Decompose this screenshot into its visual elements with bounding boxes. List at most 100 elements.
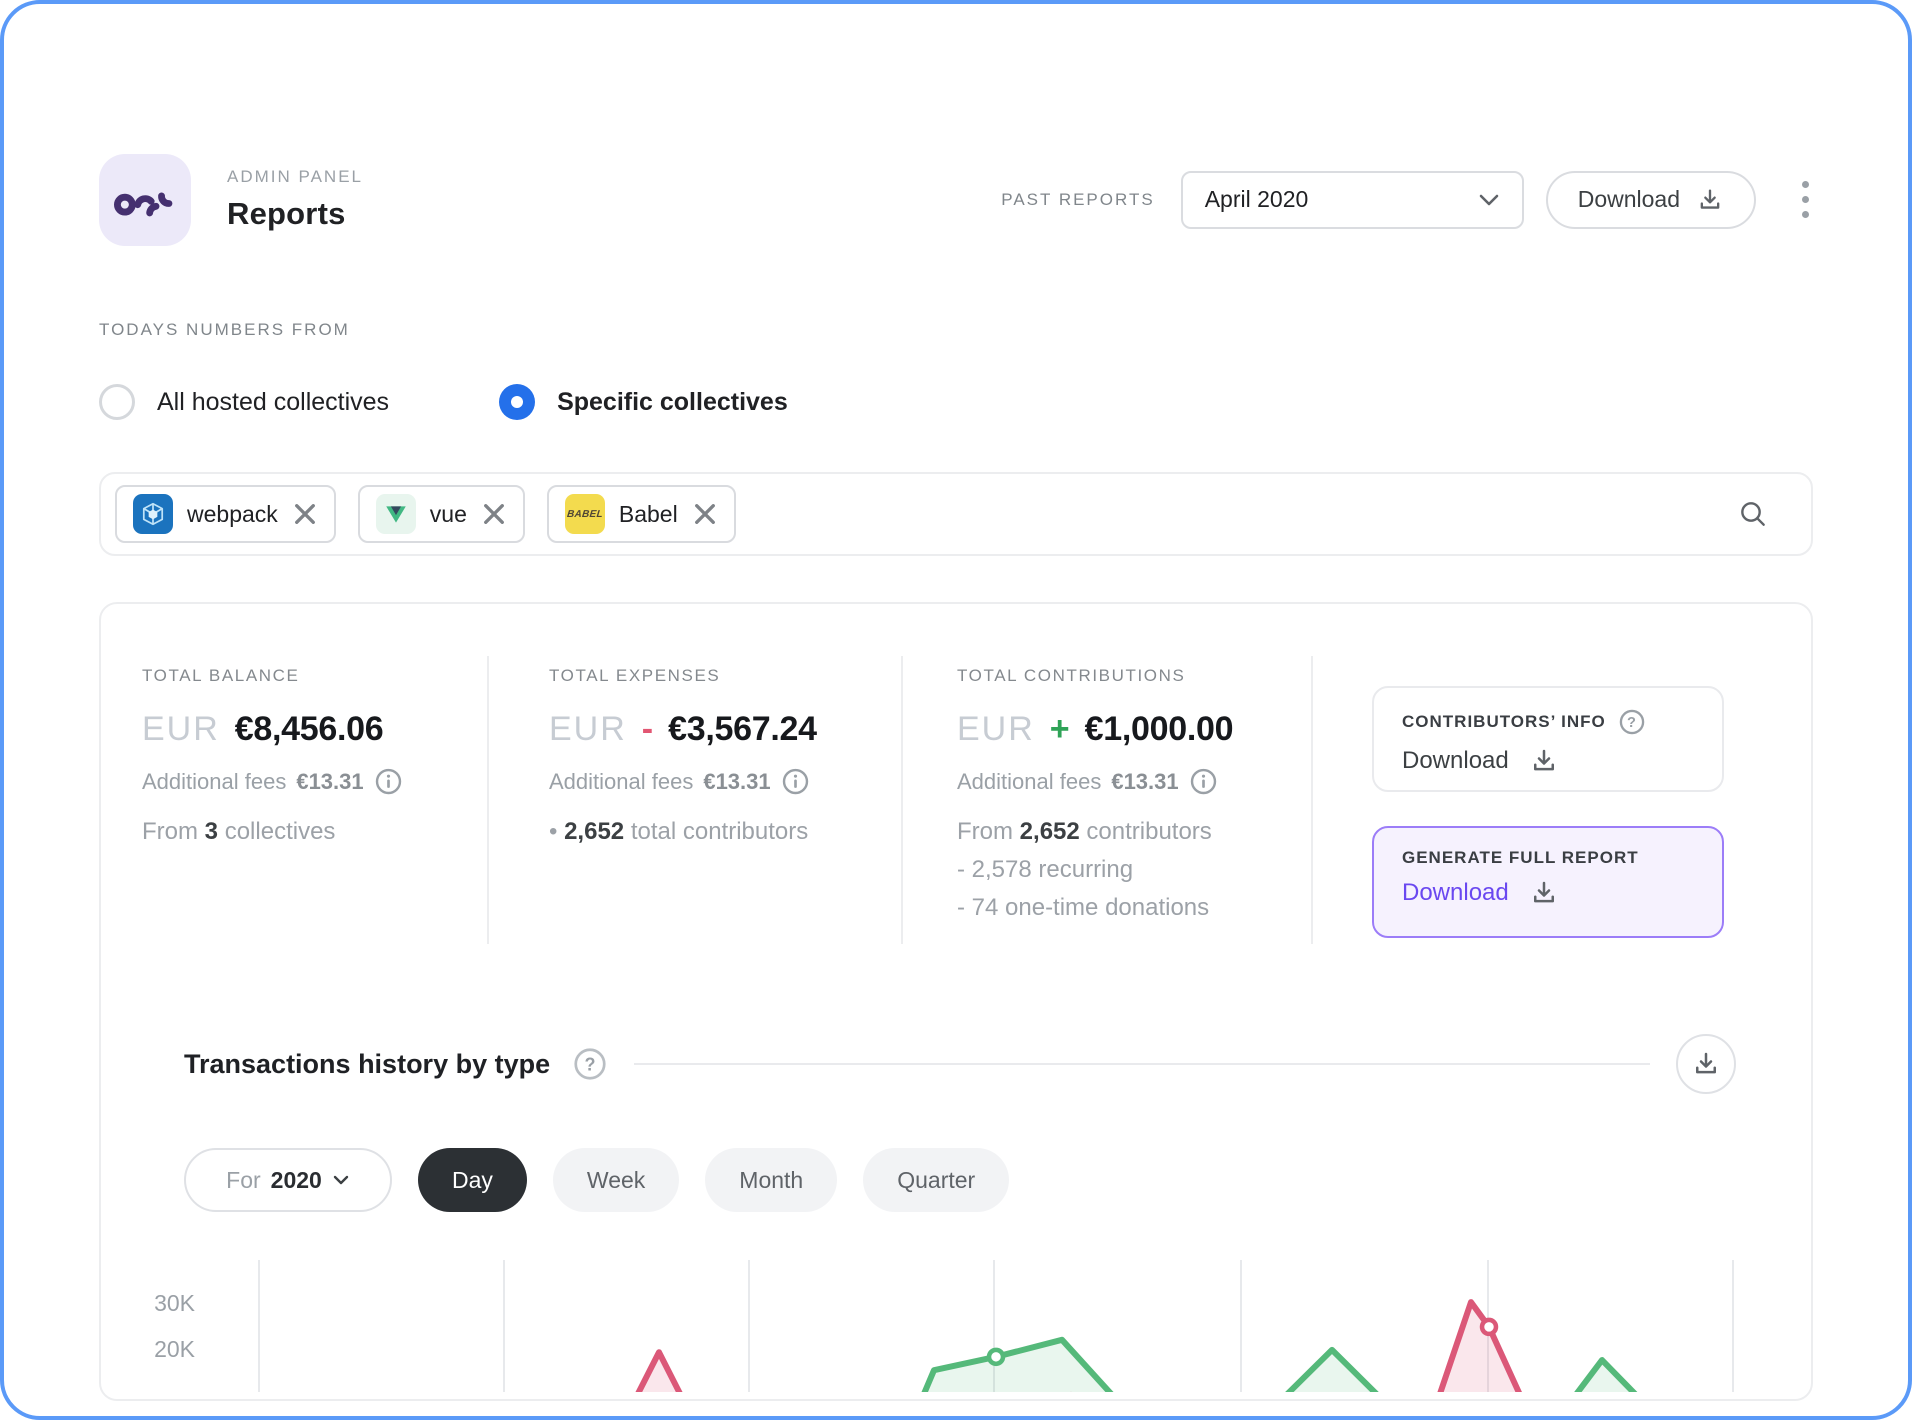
- chart-download-button[interactable]: [1676, 1034, 1736, 1094]
- help-icon[interactable]: ?: [572, 1046, 608, 1082]
- tab-day[interactable]: Day: [418, 1148, 527, 1212]
- plus-sign: +: [1050, 710, 1070, 749]
- download-report-button[interactable]: Download: [1546, 171, 1756, 229]
- chip-vue[interactable]: vue: [358, 485, 525, 543]
- chip-webpack[interactable]: webpack: [115, 485, 336, 543]
- collectives-filter-input[interactable]: webpack vue BABEL Babel: [99, 472, 1813, 556]
- webpack-logo-icon: [133, 494, 173, 534]
- past-reports-label: PAST REPORTS: [1001, 190, 1154, 210]
- year-prefix: For: [226, 1167, 261, 1194]
- scope-radio-group: All hosted collectives Specific collecti…: [99, 384, 788, 420]
- svg-text:?: ?: [1627, 715, 1637, 731]
- contributors-info-button[interactable]: CONTRIBUTORS’ INFO ? Download: [1372, 686, 1724, 792]
- transactions-header: Transactions history by type ?: [184, 1034, 1736, 1094]
- note-prefix: From: [142, 818, 198, 845]
- divider: [1311, 656, 1313, 944]
- year-select[interactable]: For 2020: [184, 1148, 392, 1212]
- total-balance-column: TOTAL BALANCE EUR €8,456.06 Additional f…: [142, 666, 403, 846]
- top-actions: PAST REPORTS April 2020 Download: [1001, 171, 1813, 229]
- chip-babel[interactable]: BABEL Babel: [547, 485, 736, 543]
- note-bullet: •: [549, 818, 557, 845]
- radio-all-hosted-collectives[interactable]: All hosted collectives: [99, 384, 389, 420]
- chip-label: Babel: [619, 501, 678, 528]
- stat-amount: €8,456.06: [235, 710, 384, 749]
- search-icon[interactable]: [1737, 498, 1769, 530]
- currency: EUR: [142, 710, 220, 749]
- note-suffix: collectives: [225, 818, 336, 845]
- contributors-info-title: CONTRIBUTORS’ INFO: [1402, 712, 1606, 732]
- app-frame: ADMIN PANEL Reports PAST REPORTS April 2…: [0, 0, 1912, 1420]
- help-icon[interactable]: ?: [1618, 708, 1646, 736]
- note-strong: 2,652: [564, 818, 624, 845]
- download-label: Download: [1402, 747, 1509, 775]
- divider: [487, 656, 489, 944]
- radio-label: All hosted collectives: [157, 388, 389, 417]
- osc-logo: [99, 154, 191, 246]
- chip-label: webpack: [187, 501, 278, 528]
- tab-month[interactable]: Month: [705, 1148, 837, 1212]
- radio-checked-icon[interactable]: [499, 384, 535, 420]
- download-icon: [1696, 186, 1724, 214]
- chevron-down-icon: [1478, 193, 1500, 207]
- period-value: April 2020: [1205, 186, 1309, 213]
- info-icon[interactable]: [374, 767, 403, 796]
- fees-value: €13.31: [1111, 769, 1178, 795]
- top-bar: ADMIN PANEL Reports PAST REPORTS April 2…: [99, 152, 1813, 247]
- minus-sign: -: [642, 710, 653, 749]
- info-icon[interactable]: [781, 767, 810, 796]
- stat-amount: €3,567.24: [668, 710, 817, 749]
- close-icon[interactable]: [481, 501, 507, 527]
- radio-specific-collectives[interactable]: Specific collectives: [499, 384, 788, 420]
- svg-text:?: ?: [585, 1054, 596, 1074]
- note-prefix: From: [957, 818, 1013, 845]
- note-suffix: total contributors: [631, 818, 808, 845]
- fees-label: Additional fees: [142, 769, 286, 795]
- tab-week[interactable]: Week: [553, 1148, 679, 1212]
- stat-label: TOTAL EXPENSES: [549, 666, 817, 686]
- fees-label: Additional fees: [549, 769, 693, 795]
- total-contributions-column: TOTAL CONTRIBUTIONS EUR + €1,000.00 Addi…: [957, 666, 1233, 922]
- radio-label: Specific collectives: [557, 388, 788, 417]
- one-time-note: - 74 one-time donations: [957, 894, 1233, 922]
- chip-label: vue: [430, 501, 467, 528]
- osc-logo-icon: [114, 183, 176, 217]
- page-title: Reports: [227, 196, 363, 232]
- todays-numbers-label: TODAYS NUMBERS FROM: [99, 320, 350, 340]
- svg-text:30K: 30K: [154, 1290, 196, 1316]
- download-label: Download: [1402, 879, 1509, 907]
- more-options-button[interactable]: [1798, 177, 1813, 222]
- generate-full-report-button[interactable]: GENERATE FULL REPORT Download: [1372, 826, 1724, 938]
- stat-label: TOTAL BALANCE: [142, 666, 403, 686]
- note-strong: 2,652: [1020, 818, 1080, 845]
- transactions-chart: 30K 20K: [99, 1252, 1849, 1392]
- download-label: Download: [1578, 186, 1680, 213]
- stat-label: TOTAL CONTRIBUTIONS: [957, 666, 1233, 686]
- svg-text:20K: 20K: [154, 1336, 196, 1362]
- stat-amount: €1,000.00: [1085, 710, 1234, 749]
- download-icon: [1529, 746, 1559, 776]
- close-icon[interactable]: [292, 501, 318, 527]
- total-expenses-column: TOTAL EXPENSES EUR - €3,567.24 Additiona…: [549, 666, 817, 846]
- note-strong: 3: [205, 818, 218, 845]
- tab-quarter[interactable]: Quarter: [863, 1148, 1009, 1212]
- transactions-title: Transactions history by type: [184, 1049, 550, 1080]
- generate-report-title: GENERATE FULL REPORT: [1402, 848, 1639, 868]
- divider: [634, 1063, 1650, 1065]
- currency: EUR: [957, 710, 1035, 749]
- close-icon[interactable]: [692, 501, 718, 527]
- title-block: ADMIN PANEL Reports: [227, 167, 363, 232]
- note-suffix: contributors: [1086, 818, 1211, 845]
- fees-value: €13.31: [296, 769, 363, 795]
- recurring-note: - 2,578 recurring: [957, 856, 1233, 884]
- radio-unchecked-icon[interactable]: [99, 384, 135, 420]
- transactions-chart-svg: 30K 20K: [99, 1252, 1849, 1392]
- fees-value: €13.31: [703, 769, 770, 795]
- year-value: 2020: [271, 1167, 322, 1194]
- info-icon[interactable]: [1189, 767, 1218, 796]
- download-icon: [1529, 878, 1559, 908]
- vue-logo-icon: [376, 494, 416, 534]
- period-select[interactable]: April 2020: [1181, 171, 1524, 229]
- admin-panel-label: ADMIN PANEL: [227, 167, 363, 187]
- chevron-down-icon: [332, 1174, 350, 1186]
- chart-controls: For 2020 Day Week Month Quarter: [184, 1148, 1009, 1212]
